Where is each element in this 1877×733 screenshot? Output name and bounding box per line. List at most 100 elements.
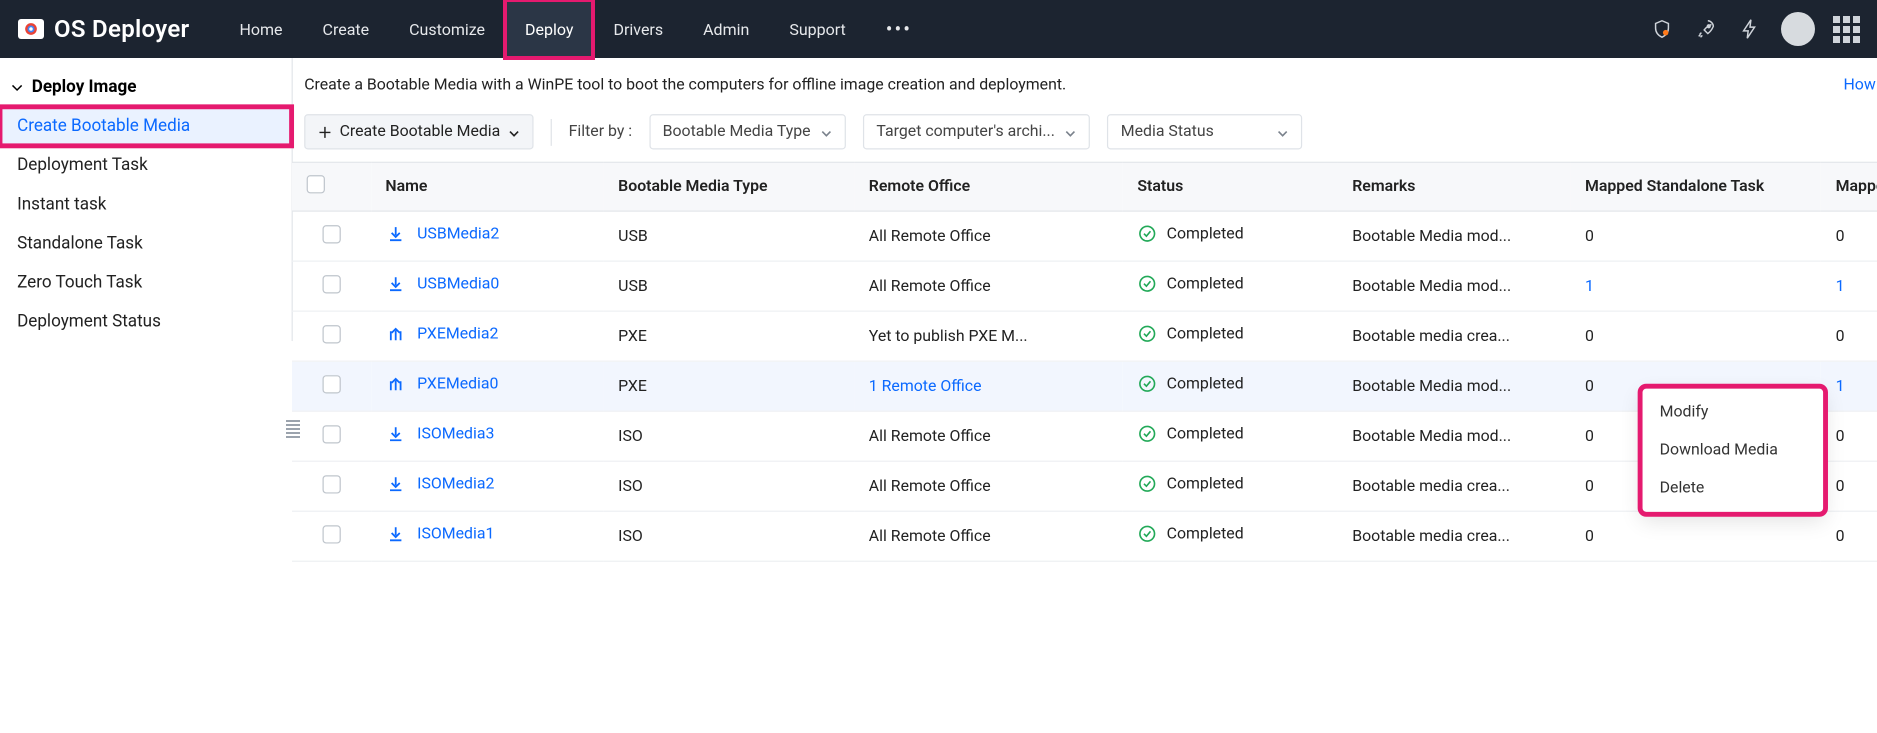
toolbar: Create Bootable Media Filter by : Bootab… xyxy=(292,107,1877,162)
caret-down-icon xyxy=(820,127,832,139)
table-row: ISOMedia2ISOAll Remote OfficeCompletedBo… xyxy=(292,461,1877,511)
sidebar-item-deployment-status[interactable]: Deployment Status xyxy=(0,302,292,341)
row-checkbox-cell[interactable] xyxy=(292,361,371,411)
row-status-cell: Completed xyxy=(1123,311,1338,361)
row-mzt-cell: 0 xyxy=(1821,511,1877,561)
row-ro-cell: All Remote Office xyxy=(854,261,1123,311)
col-check-header[interactable] xyxy=(292,162,371,211)
caret-down-icon xyxy=(1065,127,1077,139)
row-mzt-cell[interactable]: 1 xyxy=(1821,261,1877,311)
row-mzt-cell[interactable]: 1 xyxy=(1821,361,1877,411)
table-row: USBMedia0USBAll Remote OfficeCompletedBo… xyxy=(292,261,1877,311)
row-checkbox[interactable] xyxy=(322,525,340,543)
checkbox-all[interactable] xyxy=(307,175,325,193)
sidebar-item-instant-task[interactable]: Instant task xyxy=(0,185,292,224)
nav-deploy[interactable]: Deploy xyxy=(505,0,593,58)
row-checkbox-cell[interactable] xyxy=(292,311,371,361)
media-name-link[interactable]: USBMedia0 xyxy=(385,274,499,294)
topbar-right xyxy=(1649,12,1859,46)
sidebar-item-standalone-task[interactable]: Standalone Task xyxy=(0,224,292,263)
row-name-cell: USBMedia0 xyxy=(371,261,604,311)
filter-type-select[interactable]: Bootable Media Type xyxy=(649,114,846,149)
filter-status-select[interactable]: Media Status xyxy=(1107,114,1302,149)
row-checkbox[interactable] xyxy=(322,275,340,293)
media-name-link[interactable]: PXEMedia0 xyxy=(385,374,498,394)
ctx-download-media[interactable]: Download Media xyxy=(1643,431,1824,469)
sidebar-item-zero-touch-task[interactable]: Zero Touch Task xyxy=(0,263,292,302)
download-icon xyxy=(385,274,405,294)
row-checkbox[interactable] xyxy=(322,225,340,243)
row-checkbox[interactable] xyxy=(322,375,340,393)
row-checkbox-cell[interactable] xyxy=(292,461,371,511)
sidebar-resize-handle[interactable] xyxy=(286,420,300,444)
col-status-header[interactable]: Status xyxy=(1123,162,1338,211)
row-type-cell: USB xyxy=(604,211,855,261)
apps-grid-icon[interactable] xyxy=(1833,16,1859,42)
sidebar: Deploy Image Create Bootable MediaDeploy… xyxy=(0,58,293,341)
rocket-icon[interactable] xyxy=(1693,16,1719,42)
link-howto[interactable]: How to create Bootable Media? xyxy=(1843,76,1877,94)
media-name-link[interactable]: ISOMedia3 xyxy=(385,424,494,444)
upload-icon xyxy=(385,374,405,394)
row-name-cell: ISOMedia3 xyxy=(371,411,604,461)
row-checkbox[interactable] xyxy=(322,425,340,443)
row-status-cell: Completed xyxy=(1123,511,1338,561)
check-circle-icon xyxy=(1137,374,1157,394)
row-mst-cell[interactable]: 1 xyxy=(1570,261,1821,311)
nav-admin[interactable]: Admin xyxy=(683,0,769,58)
nav-support[interactable]: Support xyxy=(769,0,865,58)
row-checkbox[interactable] xyxy=(322,475,340,493)
row-context-menu[interactable]: ModifyDownload MediaDelete xyxy=(1641,387,1824,513)
row-mst-cell: 0 xyxy=(1570,311,1821,361)
row-remarks-cell: Bootable media crea... xyxy=(1338,311,1571,361)
row-mst-cell: 0 xyxy=(1570,211,1821,261)
nav-home[interactable]: Home xyxy=(219,0,302,58)
sidebar-item-deployment-task[interactable]: Deployment Task xyxy=(0,146,292,185)
col-type-header[interactable]: Bootable Media Type xyxy=(604,162,855,211)
col-mzt-header[interactable]: Mapped ZeroTouch Deployment xyxy=(1821,162,1877,211)
download-icon xyxy=(385,224,405,244)
row-checkbox-cell[interactable] xyxy=(292,211,371,261)
check-circle-icon xyxy=(1137,424,1157,444)
col-name-header[interactable]: Name xyxy=(371,162,604,211)
brand-name: OS Deployer xyxy=(54,15,189,43)
chevron-down-icon xyxy=(10,80,25,95)
table-row: PXEMedia0PXE1 Remote OfficeCompletedBoot… xyxy=(292,361,1877,411)
sidebar-item-create-bootable-media[interactable]: Create Bootable Media xyxy=(0,107,292,146)
create-bootable-media-button[interactable]: Create Bootable Media xyxy=(304,114,533,149)
row-checkbox-cell[interactable] xyxy=(292,261,371,311)
download-icon xyxy=(385,424,405,444)
row-mzt-cell: 0 xyxy=(1821,311,1877,361)
row-checkbox-cell[interactable] xyxy=(292,511,371,561)
media-name-link[interactable]: USBMedia2 xyxy=(385,224,499,244)
nav-create[interactable]: Create xyxy=(303,0,390,58)
row-type-cell: PXE xyxy=(604,311,855,361)
ctx-delete[interactable]: Delete xyxy=(1643,469,1824,507)
shield-icon[interactable] xyxy=(1649,16,1675,42)
row-remarks-cell: Bootable media crea... xyxy=(1338,461,1571,511)
row-ro-cell: All Remote Office xyxy=(854,411,1123,461)
description-text: Create a Bootable Media with a WinPE too… xyxy=(304,76,1826,94)
media-name-link[interactable]: PXEMedia2 xyxy=(385,324,498,344)
col-mst-header[interactable]: Mapped Standalone Task xyxy=(1570,162,1821,211)
brand-logo xyxy=(18,19,44,39)
media-name-link[interactable]: ISOMedia2 xyxy=(385,474,494,494)
avatar[interactable] xyxy=(1781,12,1815,46)
col-remarks-header[interactable]: Remarks xyxy=(1338,162,1571,211)
nav-more[interactable]: ••• xyxy=(866,17,932,41)
row-name-cell: USBMedia2 xyxy=(371,211,604,261)
bootable-media-table: Name Bootable Media Type Remote Office S… xyxy=(292,162,1877,562)
table-row: PXEMedia2PXEYet to publish PXE M...Compl… xyxy=(292,311,1877,361)
row-checkbox-cell[interactable] xyxy=(292,411,371,461)
sidebar-group-head[interactable]: Deploy Image xyxy=(0,70,292,107)
row-checkbox[interactable] xyxy=(322,325,340,343)
nav-drivers[interactable]: Drivers xyxy=(593,0,683,58)
bolt-icon[interactable] xyxy=(1737,16,1763,42)
row-status-cell: Completed xyxy=(1123,211,1338,261)
row-ro-cell[interactable]: 1 Remote Office xyxy=(854,361,1123,411)
ctx-modify[interactable]: Modify xyxy=(1643,394,1824,432)
filter-arch-select[interactable]: Target computer's archi... xyxy=(863,114,1090,149)
media-name-link[interactable]: ISOMedia1 xyxy=(385,524,494,544)
col-ro-header[interactable]: Remote Office xyxy=(854,162,1123,211)
nav-customize[interactable]: Customize xyxy=(389,0,505,58)
